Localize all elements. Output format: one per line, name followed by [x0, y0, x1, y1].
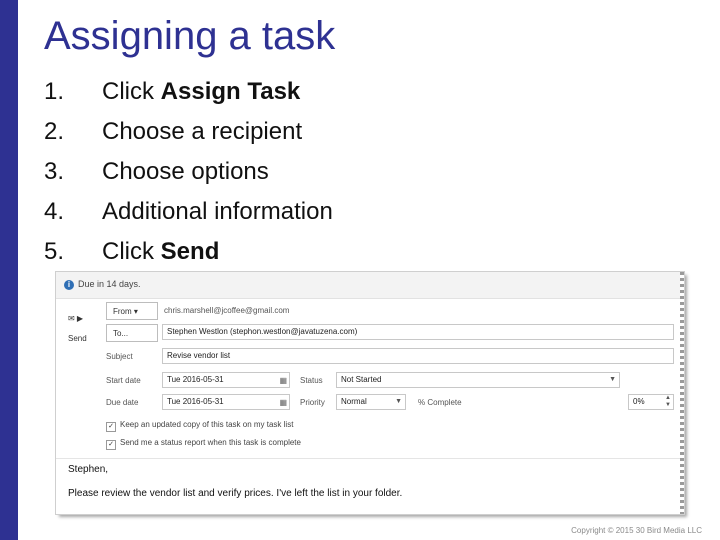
- due-info: Due in 14 days.: [78, 279, 141, 289]
- due-date-value: Tue 2016-05-31: [167, 397, 224, 406]
- step-text: Click Assign Task: [102, 78, 301, 105]
- step-number: 5.: [44, 238, 65, 265]
- step-number: 4.: [44, 198, 65, 225]
- priority-label: Priority: [300, 398, 325, 407]
- send-icon: ✉ ▶: [68, 314, 84, 323]
- start-date-value: Tue 2016-05-31: [167, 375, 224, 384]
- step-text: Click Send: [102, 238, 220, 265]
- step-bold: Send: [160, 238, 220, 265]
- status-label: Status: [300, 376, 323, 385]
- task-window-screenshot: i Due in 14 days. ✉ ▶ Send From ▾ chris.…: [56, 272, 684, 514]
- chevron-down-icon: ▼: [609, 376, 616, 383]
- slide-accent-bar: [0, 0, 18, 540]
- step-text: Choose options: [102, 158, 269, 185]
- step-bold: Assign Task: [160, 78, 301, 105]
- from-button[interactable]: From ▾: [106, 302, 158, 320]
- status-report-checkbox[interactable]: ✓ Send me a status report when this task …: [106, 438, 301, 450]
- due-date-field[interactable]: Tue 2016-05-31 ▦: [162, 394, 290, 410]
- subject-label: Subject: [106, 352, 133, 361]
- priority-select[interactable]: Normal ▼: [336, 394, 406, 410]
- checkmark-icon: ✓: [106, 440, 116, 450]
- step-text: Additional information: [102, 198, 333, 225]
- start-date-label: Start date: [106, 376, 141, 385]
- priority-value: Normal: [341, 397, 367, 406]
- calendar-icon[interactable]: ▦: [279, 396, 287, 409]
- info-bar: i Due in 14 days.: [56, 272, 680, 299]
- to-button[interactable]: To...: [106, 324, 158, 342]
- chevron-down-icon: ▼: [395, 398, 402, 405]
- message-greeting[interactable]: Stephen,: [68, 464, 108, 475]
- percent-complete-label: % Complete: [418, 398, 462, 407]
- subject-field[interactable]: Revise vendor list: [162, 348, 674, 364]
- to-field[interactable]: Stephen Westlon (stephon.westlon@javatuz…: [162, 324, 674, 340]
- start-date-field[interactable]: Tue 2016-05-31 ▦: [162, 372, 290, 388]
- slide-title: Assigning a task: [44, 14, 336, 58]
- step-number: 1.: [44, 78, 65, 105]
- torn-edge: [680, 272, 684, 514]
- percent-complete-field[interactable]: 0% ▲ ▼: [628, 394, 674, 410]
- status-select[interactable]: Not Started ▼: [336, 372, 620, 388]
- keep-copy-checkbox[interactable]: ✓ Keep an updated copy of this task on my…: [106, 420, 293, 432]
- send-button[interactable]: ✉ ▶ Send: [56, 308, 100, 350]
- step-number: 3.: [44, 158, 65, 185]
- step-number: 2.: [44, 118, 65, 145]
- step-text: Choose a recipient: [102, 118, 303, 145]
- message-body[interactable]: Please review the vendor list and verify…: [68, 488, 402, 499]
- calendar-icon[interactable]: ▦: [279, 374, 287, 387]
- copyright: Copyright © 2015 30 Bird Media LLC: [571, 526, 702, 535]
- checkmark-icon: ✓: [106, 422, 116, 432]
- info-icon: i: [64, 280, 74, 290]
- status-value: Not Started: [341, 375, 382, 384]
- from-value: chris.marshell@jcoffee@gmail.com: [164, 306, 290, 315]
- divider: [56, 458, 680, 459]
- send-label: Send: [68, 334, 87, 343]
- due-date-label: Due date: [106, 398, 139, 407]
- spinner-icon[interactable]: ▲ ▼: [665, 395, 671, 409]
- percent-complete-value: 0%: [633, 397, 645, 406]
